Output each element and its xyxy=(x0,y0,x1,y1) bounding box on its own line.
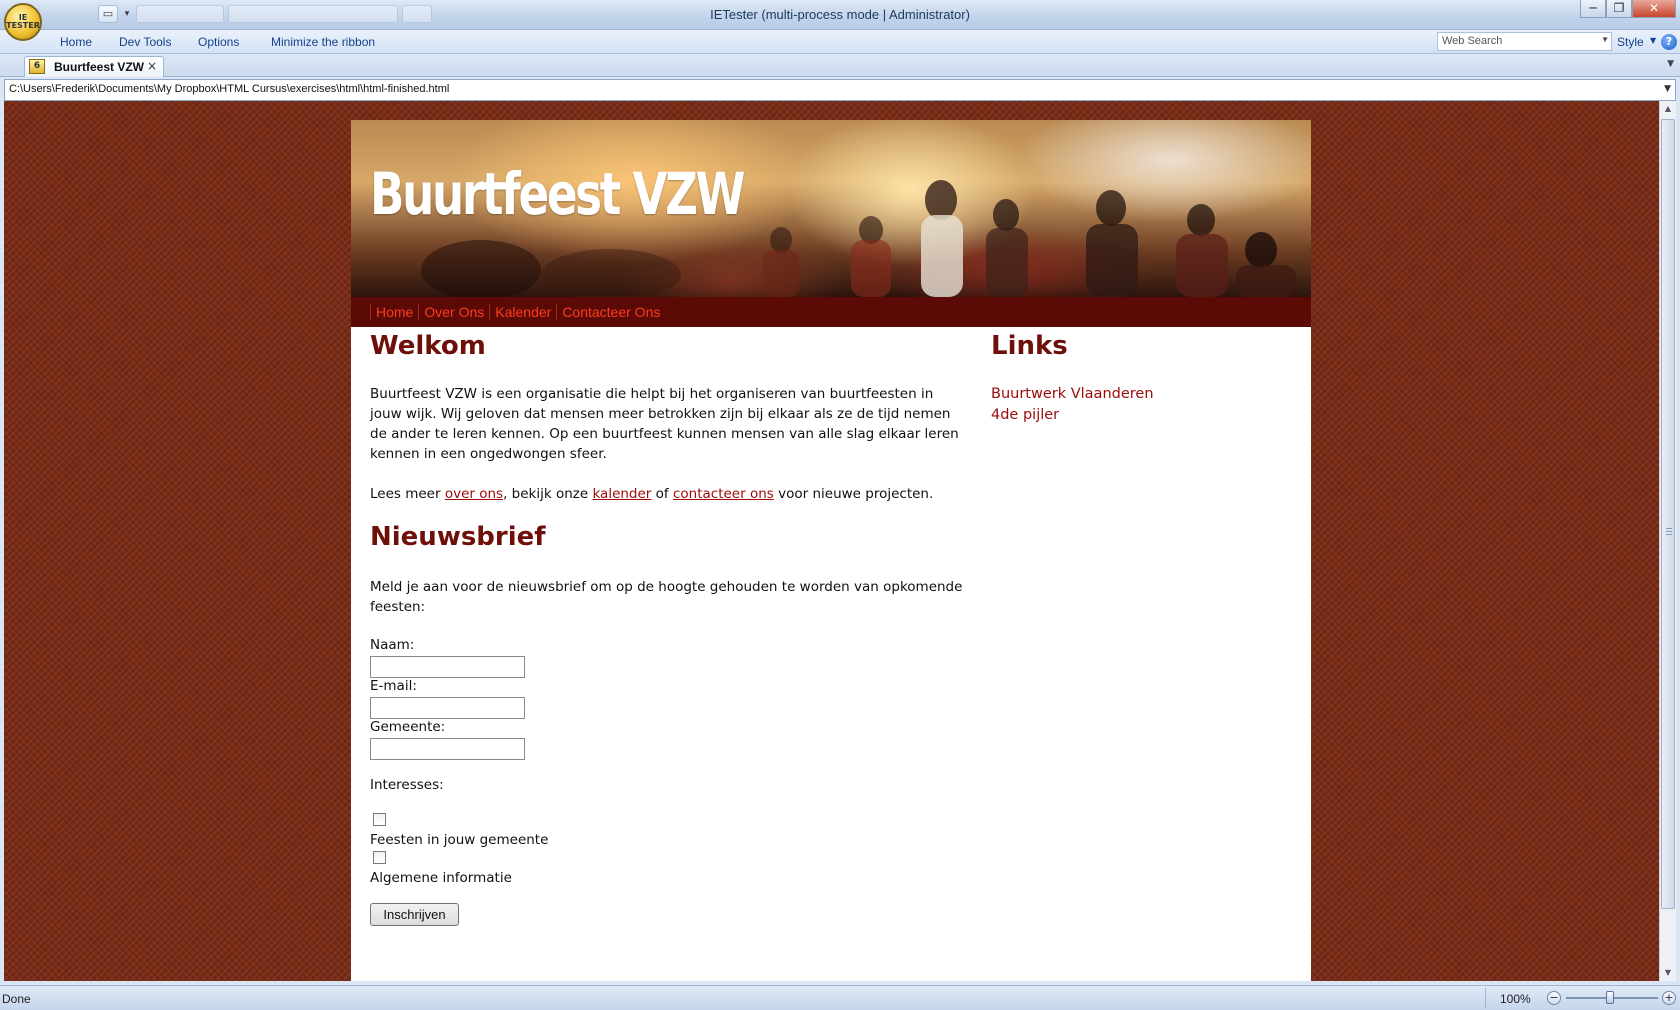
ie-version-icon: 6 xyxy=(29,59,45,74)
city-label: Gemeente: xyxy=(370,719,446,735)
zoom-out-icon[interactable]: − xyxy=(1547,991,1561,1005)
email-field[interactable] xyxy=(370,697,525,719)
title-bar: ▭ ▾ IETester (multi-process mode | Admin… xyxy=(0,0,1680,30)
name-field[interactable] xyxy=(370,656,525,678)
vertical-scrollbar[interactable]: ▲ ▼ xyxy=(1659,101,1676,981)
link-buurtwerk-vlaanderen[interactable]: Buurtwerk Vlaanderen xyxy=(991,384,1154,405)
zoom-slider-thumb[interactable] xyxy=(1606,991,1614,1004)
ribbon-tab-options[interactable]: Options xyxy=(198,35,239,49)
interests-label: Interesses: xyxy=(370,777,444,793)
read-more-paragraph: Lees meer over ons, bekijk onze kalender… xyxy=(370,484,968,504)
read-more-prefix: Lees meer xyxy=(370,486,445,502)
interest-general-label: Algemene informatie xyxy=(370,870,512,886)
link-4de-pijler[interactable]: 4de pijler xyxy=(991,405,1154,426)
newsletter-heading: Nieuwsbrief xyxy=(370,522,546,552)
links-list: Buurtwerk Vlaanderen 4de pijler xyxy=(991,384,1154,426)
close-button[interactable]: ✕ xyxy=(1632,0,1676,18)
interest-local-label: Feesten in jouw gemeente xyxy=(370,832,549,848)
ribbon-bar: Home Dev Tools Options Minimize the ribb… xyxy=(0,30,1680,54)
read-more-mid1: , bekijk onze xyxy=(503,486,593,502)
status-bar: Done 100% − + xyxy=(0,985,1680,1010)
web-search-input[interactable]: Web Search ▼ xyxy=(1437,32,1612,51)
newsletter-intro: Meld je aan voor de nieuwsbrief om op de… xyxy=(370,579,963,615)
scroll-down-icon[interactable]: ▼ xyxy=(1660,965,1676,981)
grip-icon xyxy=(1666,528,1672,536)
welcome-heading: Welkom xyxy=(370,331,486,361)
name-label: Naam: xyxy=(370,637,415,653)
window-controls: ─ ❐ ✕ xyxy=(1580,0,1676,18)
link-contacteer-ons[interactable]: contacteer ons xyxy=(673,486,774,502)
scroll-thumb[interactable] xyxy=(1661,119,1675,909)
nav-list: Home Over Ons Kalender Contacteer Ons xyxy=(370,304,665,320)
browser-viewport: Buurtfeest VZW Home Over Ons Kalender Co… xyxy=(4,101,1659,981)
zoom-in-icon[interactable]: + xyxy=(1662,991,1676,1005)
close-tab-icon[interactable]: × xyxy=(147,59,157,73)
read-more-mid2: of xyxy=(651,486,673,502)
minimize-button[interactable]: ─ xyxy=(1580,0,1606,18)
ribbon-tab-home[interactable]: Home xyxy=(60,35,92,49)
minimize-ribbon-button[interactable]: Minimize the ribbon xyxy=(271,35,375,49)
interest-local-checkbox[interactable] xyxy=(373,813,386,826)
subscribe-button[interactable]: Inschrijven xyxy=(370,903,459,926)
link-over-ons[interactable]: over ons xyxy=(445,486,503,502)
style-menu[interactable]: Style xyxy=(1617,35,1644,49)
address-text[interactable]: C:\Users\Frederik\Documents\My Dropbox\H… xyxy=(9,83,449,95)
scroll-up-icon[interactable]: ▲ xyxy=(1660,101,1676,117)
link-kalender[interactable]: kalender xyxy=(592,486,651,502)
maximize-button[interactable]: ❐ xyxy=(1606,0,1632,18)
chevron-down-icon[interactable]: ▼ xyxy=(1667,59,1674,69)
app-orb-button[interactable]: IE TESTER xyxy=(4,3,42,41)
main-navigation: Home Over Ons Kalender Contacteer Ons xyxy=(351,297,1311,327)
intro-paragraph: Buurtfeest VZW is een organisatie die he… xyxy=(370,386,959,462)
site-title: Buurtfeest VZW xyxy=(370,160,745,228)
status-text: Done xyxy=(2,992,31,1006)
interest-general-checkbox[interactable] xyxy=(373,851,386,864)
city-field[interactable] xyxy=(370,738,525,760)
nav-kalender[interactable]: Kalender xyxy=(489,304,556,320)
window-title: IETester (multi-process mode | Administr… xyxy=(710,7,970,22)
tab-label: Buurtfeest VZW xyxy=(54,60,144,74)
nav-over-ons[interactable]: Over Ons xyxy=(418,304,489,320)
chevron-down-icon[interactable]: ▼ xyxy=(1601,35,1609,44)
zoom-level[interactable]: 100% xyxy=(1500,992,1531,1006)
header-banner: Buurtfeest VZW xyxy=(351,120,1311,297)
orb-label: IE TESTER xyxy=(6,13,40,30)
status-separator xyxy=(1485,988,1486,1008)
tab-buurtfeest[interactable]: 6 Buurtfeest VZW × xyxy=(24,56,164,77)
nav-home[interactable]: Home xyxy=(370,304,418,320)
ribbon-tab-dev-tools[interactable]: Dev Tools xyxy=(119,35,171,49)
links-heading: Links xyxy=(991,331,1068,361)
chevron-down-icon[interactable]: ▼ xyxy=(1650,36,1656,45)
chevron-down-icon[interactable]: ▼ xyxy=(1664,84,1671,94)
nav-contacteer-ons[interactable]: Contacteer Ons xyxy=(556,304,665,320)
web-search-placeholder: Web Search xyxy=(1442,35,1503,47)
address-bar[interactable]: C:\Users\Frederik\Documents\My Dropbox\H… xyxy=(4,79,1676,101)
read-more-suffix: voor nieuwe projecten. xyxy=(773,486,934,502)
site-container: Buurtfeest VZW Home Over Ons Kalender Co… xyxy=(351,120,1311,981)
email-label: E-mail: xyxy=(370,678,417,694)
help-icon[interactable]: ? xyxy=(1661,34,1677,50)
tab-strip: 6 Buurtfeest VZW × ▼ xyxy=(0,54,1680,77)
